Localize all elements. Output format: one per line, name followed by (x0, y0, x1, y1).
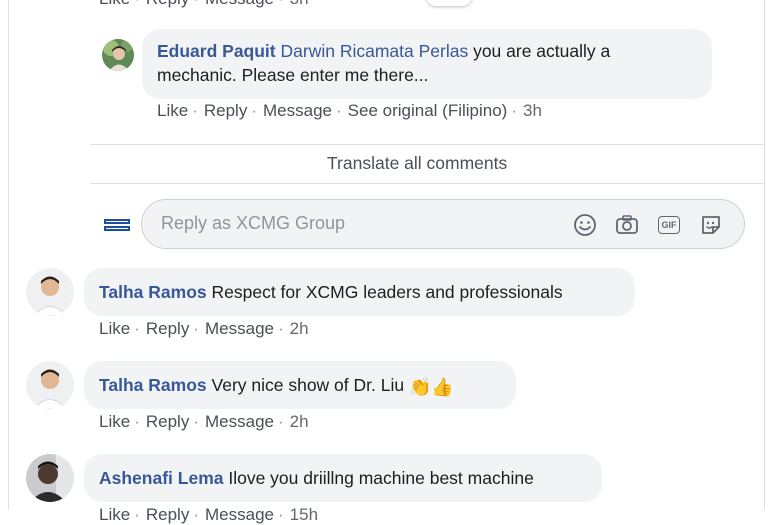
clapping-hands-icon: 👏 (408, 377, 432, 397)
avatar-image (102, 39, 134, 71)
reply-link[interactable]: Reply (204, 101, 247, 120)
comment-actions: Like · Reply · Message · 15h (99, 505, 319, 524)
avatar-image (26, 361, 74, 409)
mention-link[interactable]: Darwin Ricamata Perlas (281, 41, 469, 61)
comment-time: 3h (290, 0, 309, 8)
avatar-image (26, 268, 74, 316)
translate-all-link[interactable]: Translate all comments (327, 153, 507, 174)
comment-bubble-talha-2: Talha Ramos Very nice show of Dr. Liu 👏👍 (84, 361, 516, 409)
reply-link[interactable]: Reply (146, 0, 189, 8)
emoji-icon[interactable] (572, 212, 598, 238)
comment-bubble-talha-1: Talha Ramos Respect for XCMG leaders and… (84, 268, 635, 316)
like-link[interactable]: Like (157, 101, 188, 120)
comment-actions: Like · Reply · Message · 2h (99, 319, 309, 338)
divider (90, 144, 764, 145)
see-original-link[interactable]: See original (Filipino) (348, 101, 508, 120)
avatar-talha-ramos[interactable] (26, 268, 74, 316)
reaction-pill-partial (426, 0, 472, 6)
reply-link[interactable]: Reply (146, 505, 189, 524)
comment-body: Very nice show of Dr. Liu (211, 375, 405, 395)
divider (90, 183, 764, 184)
reply-link[interactable]: Reply (146, 319, 189, 338)
thumbs-up-icon: 👍 (431, 377, 454, 397)
reply-input[interactable] (161, 213, 541, 234)
comment-actions-partial: Like·Reply·Message·3h (99, 0, 309, 9)
sticker-icon[interactable] (698, 212, 724, 238)
comment-text: Talha Ramos Respect for XCMG leaders and… (99, 280, 563, 304)
gif-label: GIF (658, 216, 680, 234)
camera-icon[interactable] (614, 212, 640, 238)
avatar-ashenafi-lema[interactable] (26, 454, 74, 502)
comment-body-line2: mechanic. Please enter me there... (157, 65, 429, 85)
like-link[interactable]: Like (99, 319, 130, 338)
comment-author[interactable]: Eduard Paquit (157, 41, 276, 61)
message-link[interactable]: Message (205, 412, 274, 431)
comment-author[interactable]: Ashenafi Lema (99, 468, 223, 488)
comment-author[interactable]: Talha Ramos (99, 375, 207, 395)
comment-actions: Like · Reply · Message · 2h (99, 412, 309, 431)
like-link[interactable]: Like (99, 0, 130, 8)
message-link[interactable]: Message (205, 0, 274, 8)
comment-time: 15h (289, 505, 319, 524)
comment-bubble-eduard: Eduard Paquit Darwin Ricamata Perlas you… (142, 29, 712, 99)
reply-composer: GIF (141, 199, 745, 249)
like-link[interactable]: Like (99, 412, 130, 431)
comment-time: 2h (289, 412, 309, 431)
gif-icon[interactable]: GIF (656, 212, 682, 238)
message-link[interactable]: Message (205, 505, 274, 524)
comment-author[interactable]: Talha Ramos (99, 282, 207, 302)
message-link[interactable]: Message (205, 319, 274, 338)
comment-actions: Like · Reply · Message · See original (Filipin… (157, 101, 542, 120)
page-avatar-xcmg[interactable] (102, 210, 132, 240)
avatar-eduard-paquit[interactable] (102, 39, 134, 71)
comment-text: Talha Ramos Very nice show of Dr. Liu 👏👍 (99, 373, 454, 399)
comment-body: Respect for XCMG leaders and professiona… (211, 282, 563, 302)
avatar-image (26, 454, 74, 502)
comment-time: 2h (289, 319, 309, 338)
comment-body: Ilove you driillng machine best machine (228, 468, 534, 488)
avatar-talha-ramos[interactable] (26, 361, 74, 409)
message-link[interactable]: Message (263, 101, 332, 120)
panel-left-border (8, 0, 9, 510)
comment-text: Eduard Paquit Darwin Ricamata Perlas you… (157, 39, 610, 63)
comment-body-line1: you are actually a (473, 41, 611, 61)
reply-link[interactable]: Reply (146, 412, 189, 431)
xcmg-logo-icon (102, 210, 132, 240)
comment-time: 3h (523, 101, 542, 120)
like-link[interactable]: Like (99, 505, 130, 524)
comment-text: Ashenafi Lema Ilove you driillng machine… (99, 466, 534, 490)
comment-bubble-ashenafi: Ashenafi Lema Ilove you driillng machine… (84, 454, 602, 502)
panel-right-border (764, 0, 765, 510)
